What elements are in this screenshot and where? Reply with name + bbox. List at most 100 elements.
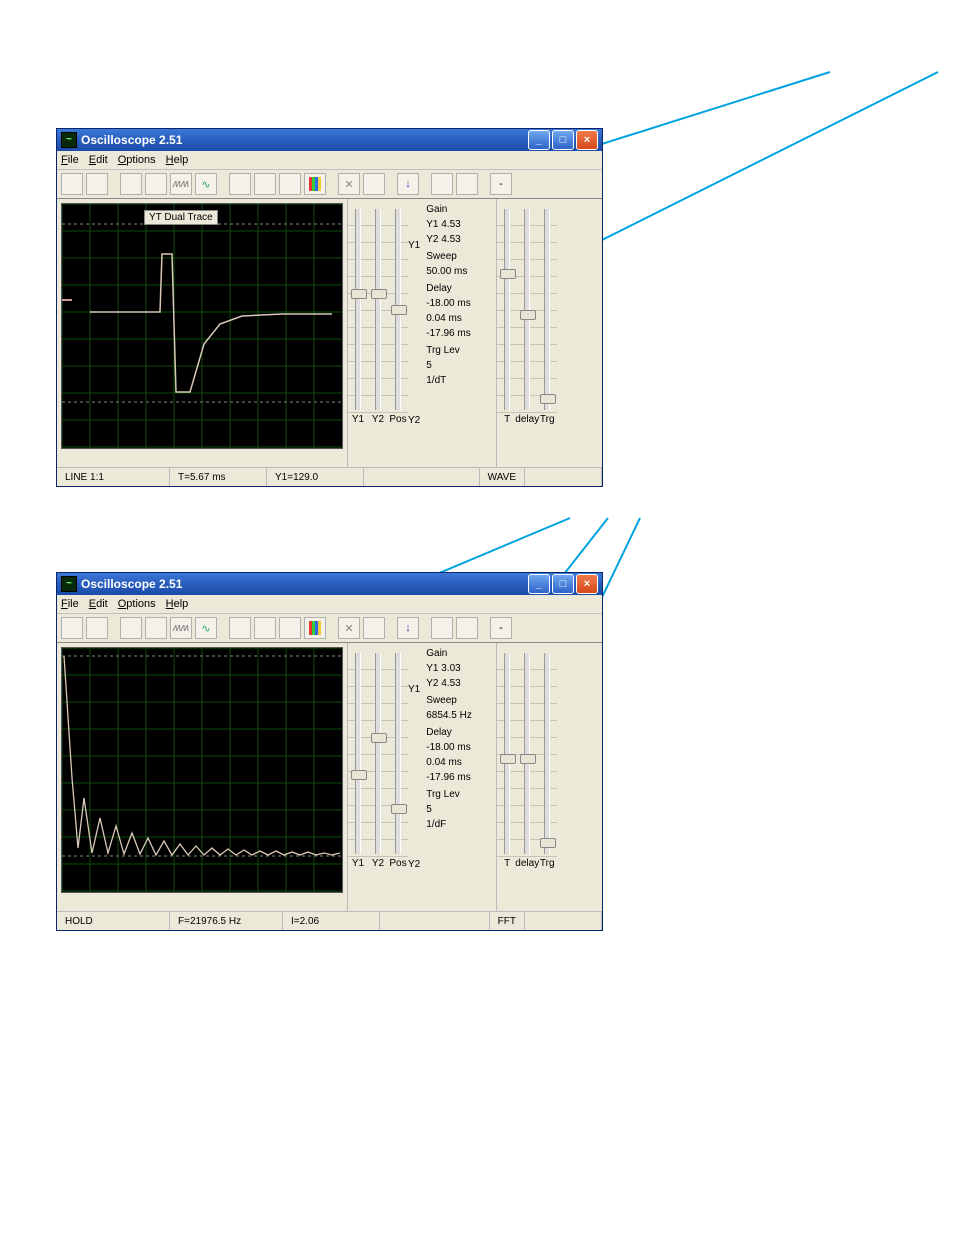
minimize-button[interactable]: _: [528, 574, 550, 594]
trigger-slider[interactable]: Trg: [539, 647, 555, 871]
toolbar-button[interactable]: -: [490, 173, 512, 195]
sweep-header: Sweep: [426, 694, 494, 708]
toolbar-button[interactable]: [431, 617, 453, 639]
delay-slider[interactable]: delay: [519, 647, 535, 871]
toolbar-button[interactable]: [456, 617, 478, 639]
y2-gain-value: Y2 4.53: [426, 233, 494, 247]
close-button[interactable]: ×: [576, 574, 598, 594]
y1-gain-slider[interactable]: Y1: [350, 647, 366, 871]
app-icon: ~: [61, 576, 77, 592]
menubar: File Edit Options Help: [57, 151, 602, 170]
toolbar-button[interactable]: [86, 617, 108, 639]
menu-help[interactable]: Help: [166, 154, 189, 166]
down-arrow-icon[interactable]: ↓: [397, 617, 419, 639]
timebase-slider[interactable]: T: [499, 647, 515, 871]
trigger-slider[interactable]: Trg: [539, 203, 555, 427]
toolbar-button[interactable]: [120, 617, 142, 639]
menu-edit[interactable]: Edit: [89, 154, 108, 166]
close-button[interactable]: ×: [576, 130, 598, 150]
delay-value-2: 0.04 ms: [426, 312, 494, 326]
crosshair-icon[interactable]: ✕: [338, 617, 360, 639]
toolbar-button[interactable]: [431, 173, 453, 195]
menu-help[interactable]: Help: [166, 598, 189, 610]
toolbar: ʍʍ ∿ ✕ ↓ -: [57, 170, 602, 199]
toolbar-button[interactable]: [254, 173, 276, 195]
sweep-header: Sweep: [426, 250, 494, 264]
toolbar-button[interactable]: [120, 173, 142, 195]
maximize-button[interactable]: □: [552, 130, 574, 150]
toolbar-button[interactable]: [229, 617, 251, 639]
status-displaymode: WAVE: [480, 468, 525, 486]
oscilloscope-window-1: ~ Oscilloscope 2.51 _ □ × File Edit Opti…: [56, 128, 603, 487]
sweep-value: 6854.5 Hz: [426, 709, 494, 723]
toolbar-button[interactable]: [363, 173, 385, 195]
titlebar[interactable]: ~ Oscilloscope 2.51 _ □ ×: [57, 573, 602, 595]
color-bars-icon[interactable]: [304, 173, 326, 195]
toolbar-button[interactable]: [86, 173, 108, 195]
titlebar[interactable]: ~ Oscilloscope 2.51 _ □ ×: [57, 129, 602, 151]
status-time: T=5.67 ms: [170, 468, 267, 486]
y2-gain-slider[interactable]: Y2: [370, 203, 386, 427]
gain-panel: Y1 Y2 Pos Y1Y2: [347, 199, 424, 467]
toolbar-button[interactable]: [229, 173, 251, 195]
pos-slider[interactable]: Pos: [390, 647, 406, 871]
delay-value-3: -17.96 ms: [426, 327, 494, 341]
readout-panel: Gain Y1 4.53 Y2 4.53 Sweep 50.00 ms Dela…: [424, 199, 496, 467]
status-y: Y1=129.0: [267, 468, 364, 486]
menu-file[interactable]: File: [61, 598, 79, 610]
down-arrow-icon[interactable]: ↓: [397, 173, 419, 195]
toolbar-button[interactable]: [254, 617, 276, 639]
minimize-button[interactable]: _: [528, 130, 550, 150]
menu-file[interactable]: File: [61, 154, 79, 166]
delay-slider[interactable]: delay: [519, 203, 535, 427]
toolbar-button[interactable]: [279, 173, 301, 195]
toolbar-button[interactable]: -: [490, 617, 512, 639]
trace-mode-label: YT Dual Trace: [144, 210, 218, 225]
window-title: Oscilloscope 2.51: [81, 133, 182, 147]
y1-gain-value: Y1 3.03: [426, 662, 494, 676]
square-wave-icon[interactable]: ʍʍ: [170, 173, 192, 195]
maximize-button[interactable]: □: [552, 574, 574, 594]
toolbar-button[interactable]: [279, 617, 301, 639]
toolbar-button[interactable]: [363, 617, 385, 639]
oscilloscope-window-2: ~ Oscilloscope 2.51 _ □ × File Edit Opti…: [56, 572, 603, 931]
menu-edit[interactable]: Edit: [89, 598, 108, 610]
trigger-value: 5: [426, 359, 494, 373]
color-bars-icon[interactable]: [304, 617, 326, 639]
toolbar-button[interactable]: [61, 617, 83, 639]
time-panel: T delay Trg: [496, 199, 557, 467]
delay-value-1: -18.00 ms: [426, 741, 494, 755]
timebase-slider[interactable]: T: [499, 203, 515, 427]
toolbar-button[interactable]: [61, 173, 83, 195]
crosshair-icon[interactable]: ✕: [338, 173, 360, 195]
scope-display[interactable]: YT Dual Trace: [61, 203, 343, 449]
inv-dt-label: 1/dT: [426, 374, 494, 388]
status-freq: F=21976.5 Hz: [170, 912, 283, 930]
status-displaymode: FFT: [490, 912, 525, 930]
pos-slider[interactable]: Pos: [390, 203, 406, 427]
app-icon: ~: [61, 132, 77, 148]
inv-df-label: 1/dF: [426, 818, 494, 832]
menu-options[interactable]: Options: [118, 598, 156, 610]
toolbar-button[interactable]: [456, 173, 478, 195]
toolbar: ʍʍ ∿ ✕ ↓ -: [57, 614, 602, 643]
y2-gain-slider[interactable]: Y2: [370, 647, 386, 871]
window-title: Oscilloscope 2.51: [81, 577, 182, 591]
sine-wave-icon[interactable]: ∿: [195, 173, 217, 195]
scope-display[interactable]: [61, 647, 343, 893]
menu-options[interactable]: Options: [118, 154, 156, 166]
delay-header: Delay: [426, 726, 494, 740]
delay-value-3: -17.96 ms: [426, 771, 494, 785]
trigger-value: 5: [426, 803, 494, 817]
status-mode: HOLD: [57, 912, 170, 930]
statusbar: LINE 1:1 T=5.67 ms Y1=129.0 WAVE: [57, 467, 602, 486]
y1-gain-slider[interactable]: Y1: [350, 203, 366, 427]
toolbar-button[interactable]: [145, 617, 167, 639]
statusbar: HOLD F=21976.5 Hz I=2.06 FFT: [57, 911, 602, 930]
y1-gain-value: Y1 4.53: [426, 218, 494, 232]
sine-wave-icon[interactable]: ∿: [195, 617, 217, 639]
toolbar-button[interactable]: [145, 173, 167, 195]
trigger-header: Trg Lev: [426, 788, 494, 802]
square-wave-icon[interactable]: ʍʍ: [170, 617, 192, 639]
sweep-value: 50.00 ms: [426, 265, 494, 279]
